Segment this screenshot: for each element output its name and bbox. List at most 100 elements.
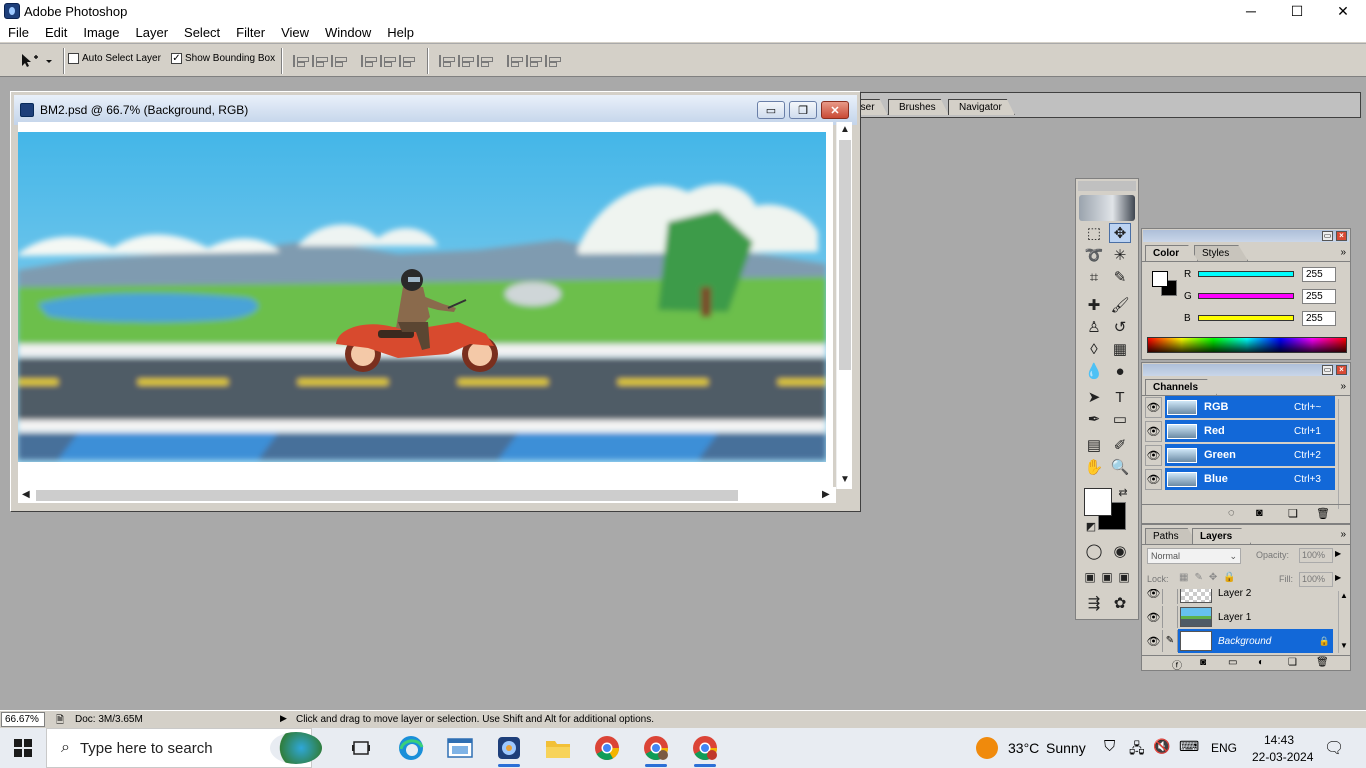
- layer-mask-icon[interactable]: ◙: [1200, 657, 1206, 668]
- fill-arrow-icon[interactable]: ▶: [1335, 573, 1341, 582]
- layer-link-slot[interactable]: [1162, 589, 1178, 604]
- maximize-button[interactable]: ☐: [1274, 0, 1320, 22]
- channel-row-blue[interactable]: 👁 Blue Ctrl+3: [1145, 468, 1335, 491]
- palette-well-tab-brushes[interactable]: Brushes: [888, 99, 949, 115]
- notifications-icon[interactable]: 🗨: [1324, 738, 1344, 758]
- adjustment-layer-icon[interactable]: ◐: [1258, 657, 1264, 668]
- opacity-input[interactable]: 100%: [1299, 548, 1333, 563]
- distribute-horizontal-center-icon[interactable]: [526, 55, 542, 67]
- red-value-input[interactable]: 255: [1302, 266, 1336, 282]
- visibility-eye-icon[interactable]: 👁: [1145, 445, 1162, 466]
- imageready-icon[interactable]: ✿: [1109, 593, 1131, 613]
- quick-mask-mode-icon[interactable]: ◉: [1109, 541, 1131, 561]
- green-value-input[interactable]: 255: [1302, 288, 1336, 304]
- distribute-vertical-center-icon[interactable]: [458, 55, 474, 67]
- channel-row-rgb[interactable]: 👁 RGB Ctrl+~: [1145, 396, 1335, 419]
- tab-channels[interactable]: Channels: [1145, 379, 1217, 395]
- distribute-bottom-icon[interactable]: [477, 55, 493, 67]
- doc-size-text[interactable]: Doc: 3M/3.65M: [75, 714, 143, 725]
- folder-icon[interactable]: [543, 733, 573, 763]
- red-slider-bar[interactable]: [1198, 271, 1294, 277]
- hand-icon[interactable]: ✋: [1083, 457, 1105, 477]
- show-bounding-box-checkbox[interactable]: ✓ Show Bounding Box: [171, 53, 275, 64]
- chrome-profile-icon[interactable]: [641, 733, 671, 767]
- auto-select-layer-checkbox[interactable]: Auto Select Layer: [68, 53, 161, 64]
- channels-palette-titlebar[interactable]: ▭ ×: [1143, 364, 1349, 376]
- color-foreground-swatch[interactable]: [1152, 271, 1168, 287]
- close-button[interactable]: ✕: [1320, 0, 1366, 22]
- brush-icon[interactable]: 🖌: [1109, 295, 1131, 315]
- edge-browser-icon[interactable]: [396, 733, 426, 763]
- crop-icon[interactable]: ⌗: [1083, 267, 1105, 287]
- file-explorer-window-icon[interactable]: [445, 733, 475, 763]
- palette-close-button[interactable]: ×: [1336, 231, 1347, 241]
- distribute-left-icon[interactable]: [507, 55, 523, 67]
- menu-edit[interactable]: Edit: [37, 25, 75, 40]
- distribute-top-icon[interactable]: [439, 55, 455, 67]
- align-bottom-icon[interactable]: [331, 55, 347, 67]
- type-icon[interactable]: T: [1109, 387, 1131, 407]
- windows-start-icon[interactable]: [0, 728, 46, 768]
- channel-row-green[interactable]: 👁 Green Ctrl+2: [1145, 444, 1335, 467]
- visibility-eye-icon[interactable]: 👁: [1145, 397, 1162, 418]
- chrome-icon[interactable]: [592, 733, 622, 763]
- opacity-arrow-icon[interactable]: ▶: [1335, 549, 1341, 558]
- status-arrow-icon[interactable]: ▶: [280, 713, 287, 724]
- brush-link-icon[interactable]: ✎: [1162, 630, 1178, 652]
- adobe-online-icon[interactable]: [1079, 195, 1135, 221]
- move-icon[interactable]: ✥: [1109, 223, 1131, 243]
- document-canvas[interactable]: [18, 122, 833, 489]
- volume-muted-icon[interactable]: 🔇: [1153, 738, 1170, 755]
- scroll-down-icon[interactable]: ▼: [840, 474, 850, 485]
- chrome-profile-icon[interactable]: [690, 733, 720, 767]
- color-spectrum-bar[interactable]: [1147, 337, 1347, 353]
- tab-color[interactable]: Color: [1145, 245, 1198, 261]
- palette-minimize-button[interactable]: ▭: [1322, 231, 1333, 241]
- scroll-right-icon[interactable]: ▶: [822, 489, 830, 500]
- document-titlebar[interactable]: BM2.psd @ 66.7% (Background, RGB) ▭ ❐ ✕: [14, 95, 857, 125]
- layer-row-layer-1[interactable]: 👁 Layer 1: [1145, 605, 1333, 629]
- menu-view[interactable]: View: [273, 25, 317, 40]
- path-select-icon[interactable]: ➤: [1083, 387, 1105, 407]
- magic-wand-icon[interactable]: ✳: [1109, 245, 1131, 265]
- color-slider-green[interactable]: G 255: [1184, 288, 1336, 304]
- blend-mode-select[interactable]: Normal ⌄: [1147, 548, 1241, 564]
- taskbar-search-box[interactable]: ⌕ Type here to search: [46, 728, 322, 768]
- color-slider-blue[interactable]: B 255: [1184, 310, 1336, 326]
- document-minimize-button[interactable]: ▭: [757, 101, 785, 119]
- visibility-eye-icon[interactable]: 👁: [1145, 630, 1162, 652]
- task-view-icon[interactable]: [346, 733, 376, 763]
- vertical-scrollbar[interactable]: ▲ ▼: [836, 122, 852, 489]
- menu-file[interactable]: File: [0, 25, 37, 40]
- align-left-icon[interactable]: [361, 55, 377, 67]
- clock-date[interactable]: 22-03-2024: [1252, 750, 1313, 764]
- layers-scrollbar[interactable]: ▲ ▼: [1338, 591, 1348, 653]
- dodge-icon[interactable]: ●: [1109, 361, 1131, 381]
- green-slider-bar[interactable]: [1198, 293, 1294, 299]
- zoom-level-input[interactable]: 66.67%: [1, 712, 45, 727]
- security-shield-icon[interactable]: ⛉: [1104, 738, 1115, 755]
- new-channel-icon[interactable]: ❏: [1288, 507, 1298, 520]
- eyedropper-icon[interactable]: ✐: [1109, 435, 1131, 455]
- shape-icon[interactable]: ▭: [1109, 409, 1131, 429]
- weather-condition[interactable]: Sunny: [1046, 740, 1086, 756]
- blur-icon[interactable]: 💧: [1083, 361, 1105, 381]
- menu-select[interactable]: Select: [176, 25, 228, 40]
- zoom-icon[interactable]: 🔍: [1109, 457, 1131, 477]
- weather-sun-icon[interactable]: [976, 737, 998, 759]
- vertical-scroll-thumb[interactable]: [839, 140, 851, 370]
- align-right-icon[interactable]: [399, 55, 415, 67]
- menu-image[interactable]: Image: [75, 25, 127, 40]
- slice-icon[interactable]: ✎: [1109, 267, 1131, 287]
- horizontal-scrollbar[interactable]: ◀ ▶: [18, 487, 836, 503]
- eraser-icon[interactable]: ◊: [1083, 339, 1105, 359]
- layer-style-icon[interactable]: ⓕ: [1172, 657, 1182, 672]
- distribute-right-icon[interactable]: [545, 55, 561, 67]
- document-restore-button[interactable]: ❐: [789, 101, 817, 119]
- standard-mode-icon[interactable]: ◯: [1083, 541, 1105, 561]
- color-palette-titlebar[interactable]: ▭ ×: [1143, 230, 1349, 242]
- weather-temperature[interactable]: 33°C: [1008, 740, 1039, 756]
- clock-time[interactable]: 14:43: [1264, 733, 1294, 747]
- search-highlight-icon[interactable]: [270, 732, 322, 764]
- lasso-icon[interactable]: ➰: [1083, 245, 1105, 265]
